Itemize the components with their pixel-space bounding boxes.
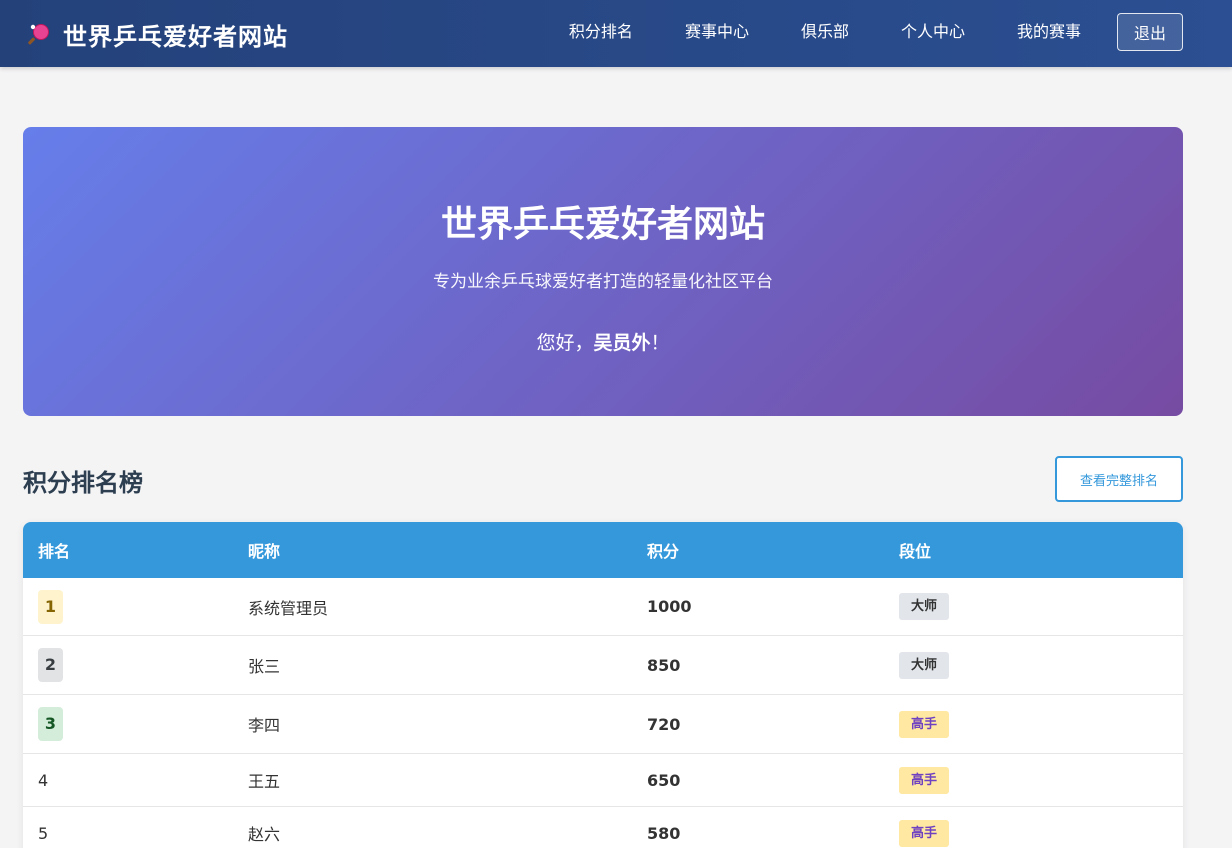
top-navbar: 世界乒乓爱好者网站 积分排名 赛事中心 俱乐部 个人中心 我的赛事 退出	[0, 0, 1232, 67]
player-name[interactable]: 张三	[248, 653, 647, 677]
rank-badge: 3	[38, 707, 63, 741]
header-nickname[interactable]: 昵称	[248, 538, 647, 562]
player-score: 580	[647, 823, 681, 843]
table-row[interactable]: 4 王五 650 高手	[23, 754, 1183, 807]
table-row[interactable]: 3 李四 720 高手	[23, 695, 1183, 754]
nav-link-ranking[interactable]: 积分排名	[569, 13, 633, 51]
player-name[interactable]: 系统管理员	[248, 595, 647, 619]
level-badge: 高手	[899, 766, 950, 794]
header-level[interactable]: 段位	[899, 538, 1183, 562]
hero-banner: 世界乒乓爱好者网站 专为业余乒乓球爱好者打造的轻量化社区平台 您好，吴员外！	[23, 127, 1183, 416]
table-header: 排名 昵称 积分 段位	[23, 522, 1183, 578]
ranking-table: 排名 昵称 积分 段位 1 系统管理员 1000 大师 2 张三 850 大师 …	[23, 522, 1183, 848]
ping-pong-paddle-icon	[28, 24, 49, 45]
player-score: 1000	[647, 597, 692, 616]
header-rank[interactable]: 排名	[23, 538, 248, 562]
username: 吴员外	[593, 332, 651, 354]
view-full-ranking-button[interactable]: 查看完整排名	[1055, 456, 1183, 502]
player-score: 850	[647, 655, 681, 675]
logout-button[interactable]: 退出	[1117, 13, 1183, 51]
hero-greeting: 您好，吴员外！	[23, 328, 1183, 355]
ranking-section-title: 积分排名榜	[23, 469, 143, 497]
nav-link-clubs[interactable]: 俱乐部	[801, 13, 849, 51]
nav-link-events[interactable]: 赛事中心	[685, 13, 749, 51]
nav-link-profile[interactable]: 个人中心	[901, 13, 965, 51]
level-badge: 大师	[899, 651, 950, 679]
brand[interactable]: 世界乒乓爱好者网站	[27, 18, 288, 51]
level-badge: 大师	[899, 593, 950, 620]
hero-title: 世界乒乓爱好者网站	[440, 204, 765, 245]
header-score[interactable]: 积分	[647, 538, 899, 562]
rank-badge: 2	[38, 648, 63, 682]
greeting-suffix: ！	[650, 332, 670, 354]
player-name[interactable]: 王五	[248, 768, 647, 792]
table-row[interactable]: 1 系统管理员 1000 大师	[23, 578, 1183, 636]
player-score: 720	[647, 714, 681, 734]
player-name[interactable]: 李四	[248, 712, 647, 736]
main-nav: 积分排名 赛事中心 俱乐部 个人中心 我的赛事 退出	[569, 13, 1183, 51]
player-name[interactable]: 赵六	[248, 821, 647, 845]
nav-link-my-events[interactable]: 我的赛事	[1017, 13, 1081, 51]
brand-title: 世界乒乓爱好者网站	[63, 22, 288, 51]
hero-subtitle: 专为业余乒乓球爱好者打造的轻量化社区平台	[433, 272, 773, 292]
greeting-prefix: 您好，	[536, 332, 594, 354]
rank-number: 5	[38, 823, 49, 843]
rank-number: 4	[38, 770, 49, 790]
level-badge: 高手	[899, 710, 950, 738]
table-row[interactable]: 2 张三 850 大师	[23, 636, 1183, 695]
level-badge: 高手	[899, 819, 950, 847]
table-row[interactable]: 5 赵六 580 高手	[23, 807, 1183, 848]
player-score: 650	[647, 770, 681, 790]
rank-badge: 1	[38, 589, 63, 624]
